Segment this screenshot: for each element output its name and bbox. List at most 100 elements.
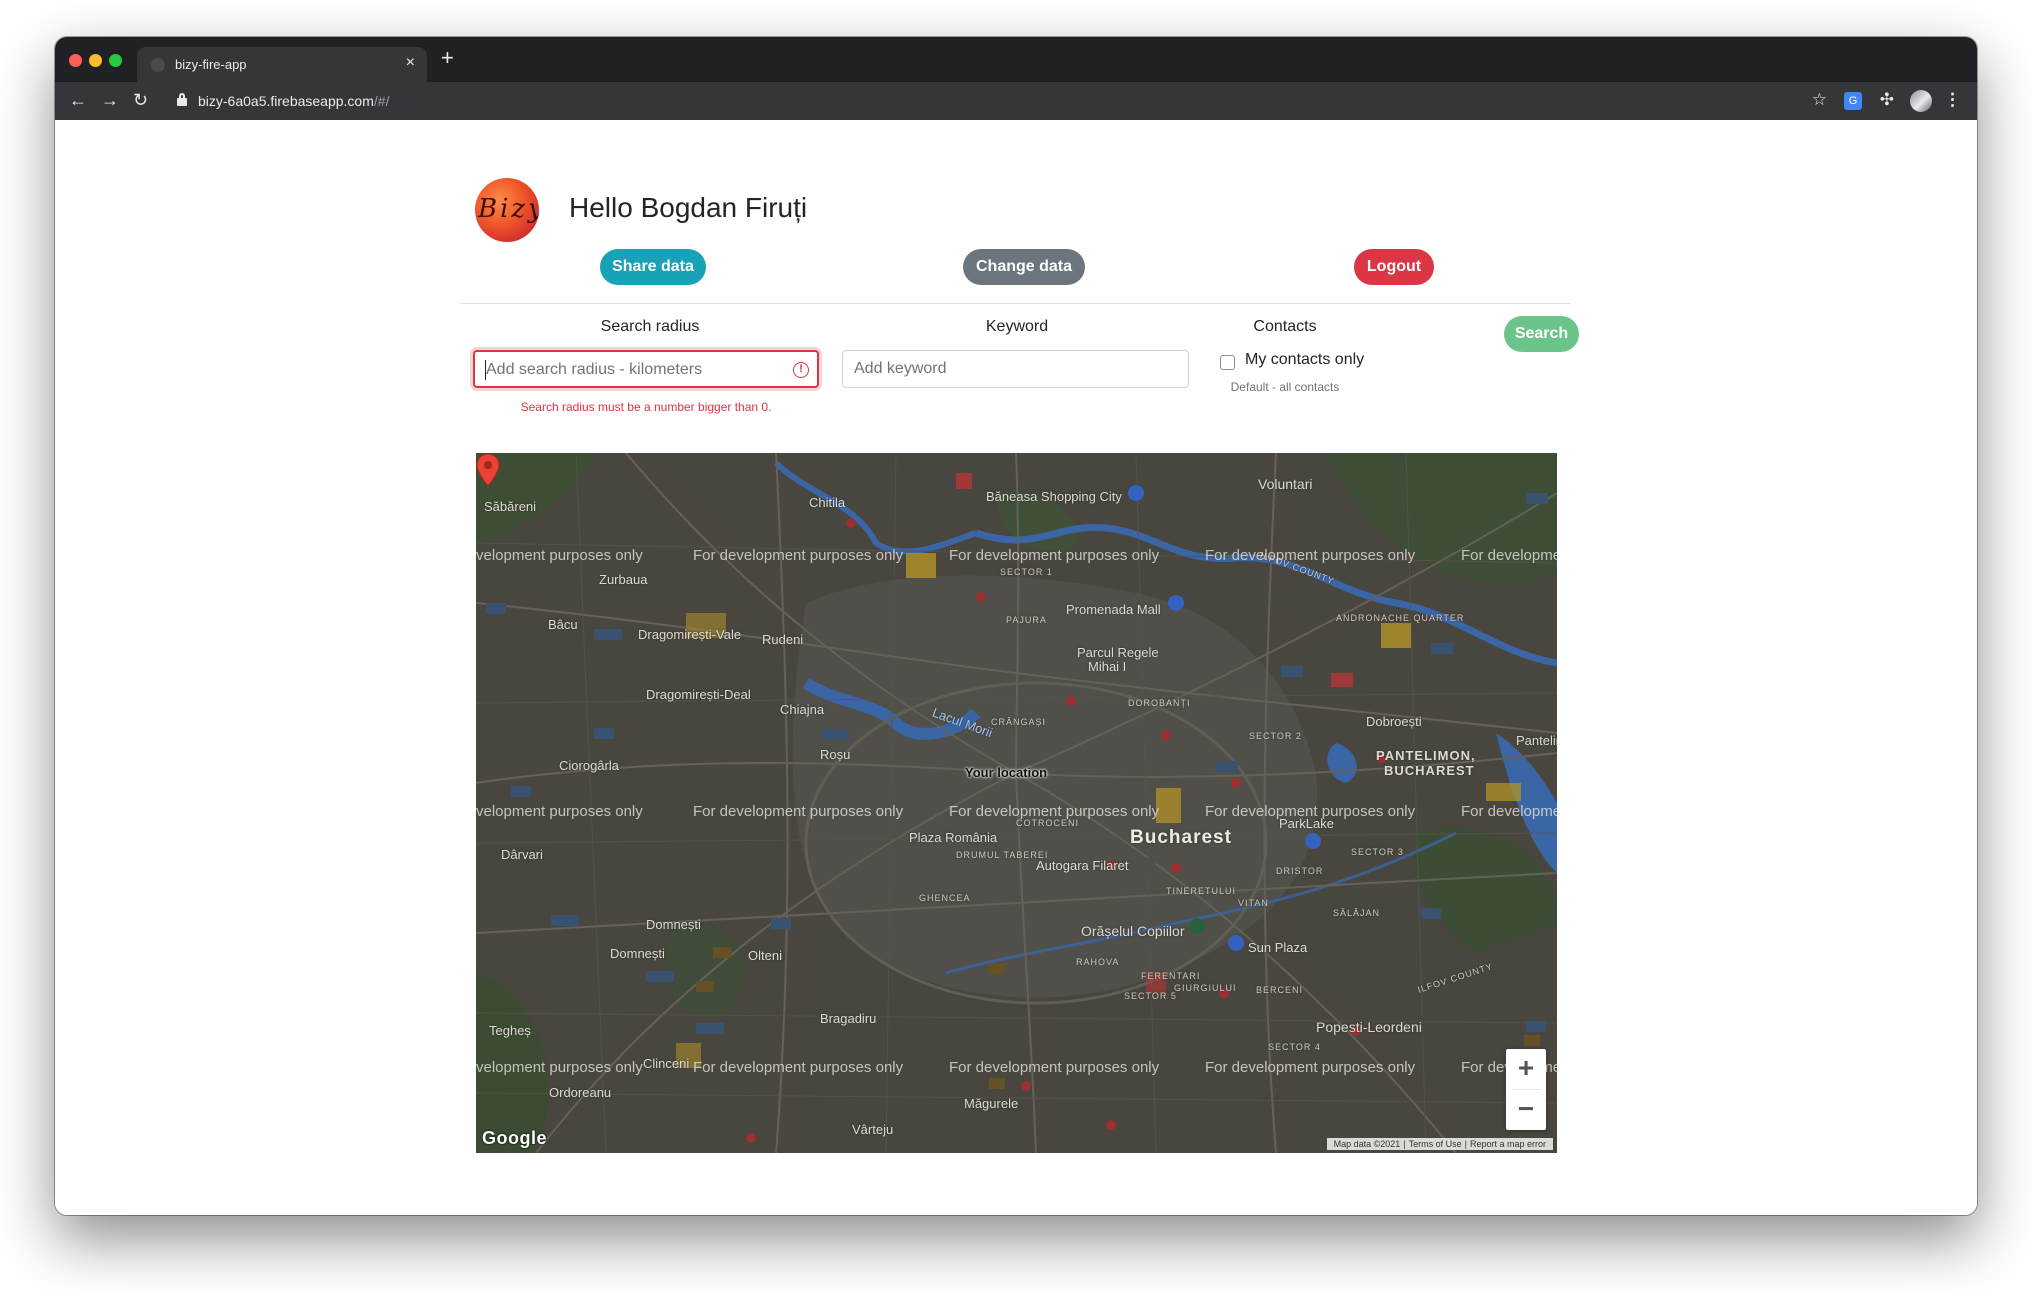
bizy-logo: Bizy [475, 178, 539, 242]
map-label: Tegheș [489, 1023, 531, 1038]
map-watermark: For developme [1461, 547, 1557, 564]
map-label: Olteni [748, 948, 782, 963]
header-divider [460, 303, 1571, 304]
map-watermark: For development purposes only [693, 1059, 904, 1076]
district-label: SECTOR 5 [1124, 991, 1177, 1001]
map-label: Autogara Filaret [1036, 858, 1129, 873]
map-label: Dragomirești-Vale [638, 627, 742, 642]
map-watermark: For development purposes only [949, 1059, 1160, 1076]
map-watermark: For development purposes only [693, 803, 904, 820]
translate-icon[interactable]: G [1844, 92, 1862, 110]
my-contacts-checkbox[interactable] [1220, 355, 1235, 370]
search-radius-error: Search radius must be a number bigger th… [520, 400, 772, 414]
map-watermark: For developme [1461, 803, 1557, 820]
district-label: RAHOVA [1076, 957, 1120, 967]
map-label: Popesti-Leordeni [1316, 1019, 1422, 1035]
map-label: Sun Plaza [1248, 940, 1308, 955]
my-contacts-label[interactable]: My contacts only [1245, 351, 1364, 369]
search-button[interactable]: Search [1504, 316, 1579, 352]
search-radius-input[interactable]: Add search radius - kilometers ! [473, 350, 819, 388]
maximize-window-icon[interactable] [109, 54, 122, 67]
map-label: Domnești [646, 917, 701, 932]
lock-icon[interactable] [177, 93, 187, 106]
terms-of-use-link[interactable]: Terms of Use [1409, 1139, 1462, 1149]
url-path: /#/ [373, 93, 390, 109]
url-host: bizy-6a0a5.firebaseapp.com [198, 93, 374, 109]
map-label: Ordoreanu [549, 1085, 612, 1100]
new-tab-icon[interactable]: + [441, 47, 454, 69]
map-label: Parcul Regele [1077, 645, 1159, 660]
zoom-controls: + − [1506, 1049, 1546, 1130]
district-label: BERCENI [1256, 985, 1304, 995]
map-label: Chitila [809, 495, 846, 510]
map-attribution: Map data ©2021 | Terms of Use | Report a map… [1326, 1138, 1553, 1150]
map-label: BUCHAREST [1384, 763, 1475, 778]
close-window-icon[interactable] [69, 54, 82, 67]
map-label: Roșu [820, 747, 851, 762]
profile-avatar[interactable] [1910, 90, 1932, 112]
district-label: SECTOR 3 [1351, 847, 1404, 857]
zoom-in-button[interactable]: + [1506, 1049, 1546, 1089]
district-label: GIURGIULUI [1174, 983, 1237, 993]
error-alert-icon: ! [793, 362, 809, 378]
map-watermark: For development purposes only [949, 547, 1160, 564]
favicon-icon [151, 58, 165, 72]
map-label: Dragomirești-Deal [646, 687, 751, 702]
text-caret [485, 360, 486, 380]
map-watermark: For development purposes only [1205, 803, 1416, 820]
back-arrow-icon[interactable]: ← [69, 89, 87, 111]
district-label: SECTOR 2 [1249, 731, 1302, 741]
map-label: Dobroești [1366, 714, 1422, 729]
browser-toolbar: ← → ↻ bizy-6a0a5.firebaseapp.com/#/ ☆ G … [55, 82, 1977, 120]
map-label: Clinceni [643, 1056, 690, 1071]
tab-title: bizy-fire-app [175, 57, 247, 72]
district-label: GHENCEA [919, 893, 971, 903]
share-data-button[interactable]: Share data [600, 249, 706, 285]
map-label: Mihai I [1088, 659, 1127, 674]
google-logo[interactable]: Google [482, 1128, 547, 1149]
close-tab-icon[interactable]: × [406, 54, 415, 72]
district-label: VITAN [1238, 898, 1269, 908]
district-label: FERENTARI [1141, 971, 1201, 981]
extensions-puzzle-icon[interactable]: ✣ [1880, 90, 1894, 110]
map-watermark: For development purposes only [1205, 1059, 1416, 1076]
logo-text: Bizy [478, 194, 539, 224]
map-label: Vârteju [852, 1122, 894, 1137]
district-label: SĂLĂJAN [1333, 908, 1381, 918]
contacts-help-text: Default - all contacts [1230, 380, 1340, 394]
logout-button[interactable]: Logout [1354, 249, 1434, 285]
map-label: Bâcu [548, 617, 578, 632]
search-radius-placeholder: Add search radius - kilometers [486, 361, 703, 378]
kebab-menu-icon[interactable]: ⋮ [1944, 90, 1961, 110]
map-label: Promenada Mall [1066, 602, 1161, 617]
map-label: Dârvari [501, 847, 543, 862]
report-map-error-link[interactable]: Report a map error [1470, 1139, 1546, 1149]
map-label: Rudeni [762, 632, 804, 647]
map-label: Săbăreni [484, 499, 537, 514]
zoom-out-button[interactable]: − [1506, 1090, 1546, 1130]
keyword-input[interactable]: Add keyword [842, 350, 1189, 388]
change-data-button[interactable]: Change data [963, 249, 1085, 285]
map-label: Chiajna [780, 702, 825, 717]
map-label: Bragadiru [820, 1011, 877, 1026]
district-label: SECTOR 1 [1000, 567, 1053, 577]
page-content: Bizy Hello Bogdan Firuți Share data Chan… [55, 120, 1977, 1215]
browser-tab[interactable]: bizy-fire-app × [137, 47, 427, 82]
map-label: Bucharest [1130, 827, 1232, 848]
reload-icon[interactable]: ↻ [133, 89, 148, 111]
location-pin-icon[interactable] [476, 453, 500, 487]
map-view[interactable]: Săbăreni Chitila Băneasa Shopping City V… [476, 453, 1557, 1153]
map-watermark: For development purposes only [693, 547, 904, 564]
map-watermark: velopment purposes only [476, 803, 643, 820]
tab-bar: bizy-fire-app × + [55, 37, 1977, 82]
keyword-label: Keyword [985, 318, 1049, 335]
map-label: Domnești [610, 946, 665, 961]
map-label: Plaza România [909, 830, 998, 845]
forward-arrow-icon[interactable]: → [101, 89, 119, 111]
address-bar[interactable]: bizy-6a0a5.firebaseapp.com/#/ [198, 93, 389, 109]
map-label: Zurbaua [599, 572, 648, 587]
bookmark-star-icon[interactable]: ☆ [1812, 90, 1827, 110]
district-label: DRUMUL TABEREI [956, 850, 1049, 860]
minimize-window-icon[interactable] [89, 54, 102, 67]
map-label: Ciorogârla [559, 758, 619, 773]
